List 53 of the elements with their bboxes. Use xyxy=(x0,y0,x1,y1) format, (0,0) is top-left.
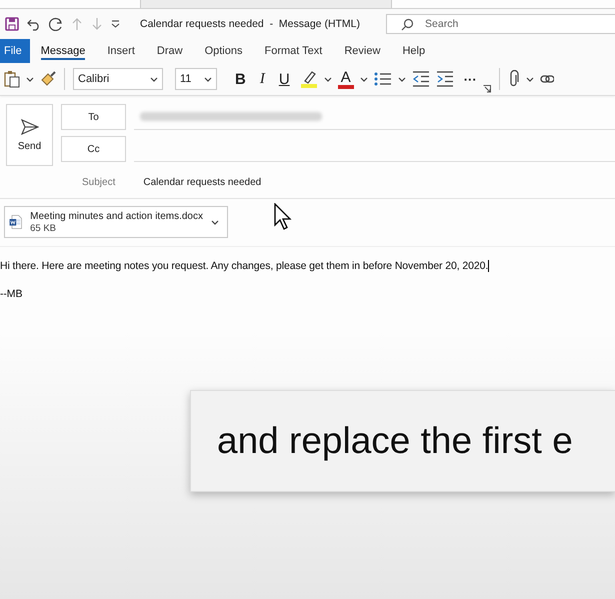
more-options-button[interactable]: ··· xyxy=(460,72,481,86)
to-button[interactable]: To xyxy=(61,104,126,130)
undo-icon[interactable] xyxy=(27,17,41,31)
subject-field[interactable]: Calendar requests needed xyxy=(143,176,262,188)
video-caption: and replace the first e xyxy=(190,390,615,492)
dialog-launcher-icon[interactable] xyxy=(482,85,491,93)
font-color-button[interactable]: A xyxy=(338,70,354,88)
ribbon-tab[interactable]: Review xyxy=(333,39,392,63)
attachment-size: 65 KB xyxy=(30,222,58,234)
customize-caret-icon[interactable] xyxy=(111,20,120,28)
bold-button[interactable]: B xyxy=(231,70,250,88)
attachment-card[interactable]: Meeting minutes and action items.docx 65 KB xyxy=(4,206,228,238)
caret-icon[interactable] xyxy=(526,76,534,82)
ribbon-tab[interactable]: Options xyxy=(194,39,254,63)
increase-indent-icon[interactable] xyxy=(436,71,454,87)
caret-icon[interactable] xyxy=(211,220,219,224)
search-field[interactable]: Search xyxy=(386,14,615,34)
underline-button[interactable]: U xyxy=(274,70,294,88)
italic-button[interactable]: I xyxy=(256,70,269,88)
message-text[interactable]: Hi there. Here are meeting notes you request. Any changes, please get them in before November 20, 2020. xyxy=(0,260,615,272)
text-cursor xyxy=(488,260,490,272)
caret-icon[interactable] xyxy=(204,76,212,82)
ribbon-tab[interactable]: Draw xyxy=(146,39,194,63)
highlighter-icon[interactable] xyxy=(300,70,318,88)
ribbon-tab[interactable]: Message xyxy=(30,39,96,63)
ribbon-tab[interactable]: File xyxy=(0,39,30,63)
caret-icon[interactable] xyxy=(324,76,332,82)
decrease-indent-icon[interactable] xyxy=(412,71,430,87)
ribbon-tab[interactable]: Help xyxy=(391,39,436,63)
send-button[interactable]: Send xyxy=(6,104,53,166)
attachment-name: Meeting minutes and action items.docx xyxy=(30,210,203,222)
subject-label: Subject xyxy=(82,176,116,188)
bullet-list-icon[interactable] xyxy=(374,71,392,87)
link-icon[interactable] xyxy=(540,74,554,84)
caret-icon[interactable] xyxy=(26,76,34,82)
cc-button[interactable]: Cc xyxy=(61,136,126,162)
save-icon[interactable] xyxy=(5,17,19,31)
caret-icon[interactable] xyxy=(398,76,406,82)
format-painter-icon[interactable] xyxy=(40,71,56,87)
ribbon-tab[interactable]: Format Text xyxy=(253,39,334,63)
font-size-dropdown[interactable]: 11 xyxy=(175,68,217,90)
paste-clipboard-icon[interactable] xyxy=(4,70,20,88)
window-title: Calendar requests needed - Message (HTML) xyxy=(140,18,360,30)
send-icon[interactable] xyxy=(20,118,38,134)
redo-icon[interactable] xyxy=(49,17,63,31)
paperclip-icon[interactable] xyxy=(508,70,520,88)
search-icon[interactable] xyxy=(401,18,414,31)
caret-icon[interactable] xyxy=(150,76,158,82)
message-text[interactable]: --MB xyxy=(0,288,615,300)
caret-icon[interactable] xyxy=(360,76,368,82)
mouse-pointer-icon[interactable] xyxy=(274,203,292,231)
font-name-dropdown[interactable]: Calibri xyxy=(73,68,163,90)
ribbon-tab[interactable]: Insert xyxy=(96,39,146,63)
